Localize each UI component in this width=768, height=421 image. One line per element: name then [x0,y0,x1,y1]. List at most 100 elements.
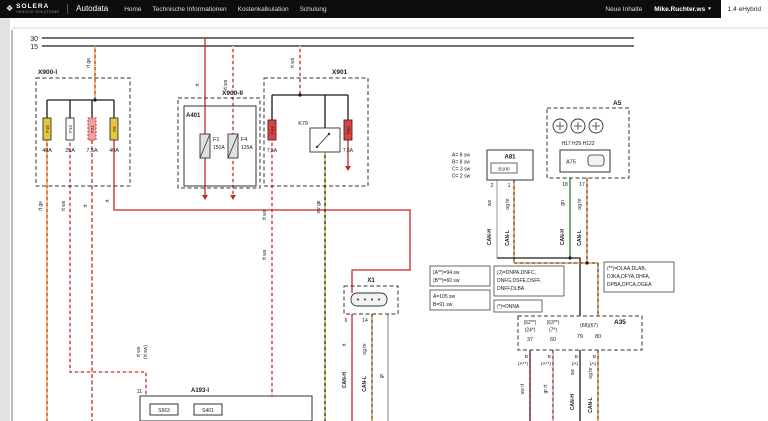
a35-conn2-var: (A**) [541,361,552,367]
fuse-f15-amps: 40A [42,148,52,154]
fuse-f44-amps: 7,5A [267,148,278,154]
fuse-f4-amps: 125A [241,145,253,151]
pin-60: 60 [550,337,556,343]
can-l-label-x1: CAN-L [362,376,368,392]
wire-label-gn-a75: gn [560,200,566,206]
vehicle-badge[interactable]: 1.4 eHybrid [720,0,768,18]
a35-conn1-var: (A**) [518,361,529,367]
nav-schulung[interactable]: Schulung [300,6,327,13]
fuse-f15[interactable]: F15 [42,117,52,141]
wire-label-ogbr-a75: og br [577,198,583,210]
brand-product: Autodata [76,4,109,14]
pin-6: 6 [345,318,348,324]
main-nav: Home Technische Informationen Kostenkalk… [124,6,326,13]
fuse-f50[interactable]: F50 [343,119,353,141]
nav-kostenkalkulation[interactable]: Kostenkalkulation [238,6,289,13]
junction-dot [568,256,572,260]
pin-2: 2 [491,183,494,189]
fuse-f13[interactable]: F13 [65,117,75,141]
nav-technische-informationen[interactable]: Technische Informationen [153,6,227,13]
left-gutter [0,18,10,421]
conn-size-c: C= 3 sw [452,167,471,173]
note3-line2: B=91 sw [433,302,453,308]
fuse-f21-variant[interactable]: F21 [87,117,97,141]
connector-x1-icon [350,292,388,307]
wire-label-ogbr-a81: og br [505,198,511,210]
junction-dot [298,93,302,97]
b100-label: B100 [498,167,510,173]
note1-line1: (A**)=94 sw [433,270,460,276]
wire-label-rtsw-variant: (rt sw) [143,345,149,359]
brand[interactable]: ❖ SOLERA VEHICLE SOLUTIONS Autodata [6,3,109,14]
junction-dot [93,98,97,102]
pin-80: 80 [595,334,601,340]
wire-label-rtws-x901: rt ws [290,57,296,68]
note5-line1: (**)=DLAA,DLAB, [607,266,646,272]
fuse-f50-label: F50 [346,126,351,134]
fuse-f44[interactable]: F44 [267,119,277,141]
rail-30-label: 30 [30,36,38,43]
horn-unit-icons [552,118,604,134]
wire-label-rt-f21: rt [83,204,89,208]
a35-conn4-var: (A) [590,361,597,367]
solera-logo-icon: ❖ [6,3,14,13]
box-a5-label: A5 [613,100,622,107]
can-l-label-a35: CAN-L [588,397,594,413]
pin-37-alt2: (24*) [525,328,536,334]
pin-14: 14 [362,318,368,324]
fuse-f1[interactable] [199,133,211,159]
pin-11: 11 [137,389,142,395]
user-menu[interactable]: Mike.Ruchter.ws ▾ [654,6,710,13]
fuse-f1-label: F1 [213,137,219,143]
brand-text: SOLERA VEHICLE SOLUTIONS [16,3,60,14]
pin-37: 37 [527,337,533,343]
box-a35-label: A35 [614,319,626,326]
fuse-f8-label: F8 [112,126,117,132]
relay-k79[interactable] [309,127,341,153]
a35-conn4: B [593,354,596,360]
a35-conn1: B [525,354,528,360]
note4-line1: (*)=DNNA [497,304,520,310]
wire-label-ws-a81: ws [487,199,493,206]
conn-size-a: A= 8 sw [452,153,470,159]
nav-neue-inhalte[interactable]: Neue Inhalte [605,6,642,13]
wire-label-ogbr-x1: og br [362,343,368,355]
chevron-down-icon: ▾ [708,6,711,12]
wire-label-rtws-f44-a: rt ws [262,209,268,220]
wire-label-rtws-f13: rt ws [61,200,67,211]
wire-label-sw-a35: sw [570,369,576,376]
box-a193i-label: A193-I [191,388,209,394]
wire-label-ogbr-a35: og br [588,367,594,379]
conn-size-b: B= 8 sw [452,160,470,166]
pin-17: 17 [579,182,585,188]
note3-line1: A=105 sw [433,294,455,300]
wire-label-gr-x1: gr [379,373,385,378]
wire-label-swge: sw ge [316,200,322,213]
top-navbar: ❖ SOLERA VEHICLE SOLUTIONS Autodata Home… [0,0,768,18]
can-h-label-a75: CAN-H [560,229,566,245]
arrow-out-f50 [345,166,351,171]
arrow-out-f1 [202,195,208,200]
wire-label-rtws-f4: rt ws [223,79,229,90]
wire-label-rtws-f44-b: rt ws [262,249,268,260]
nav-home[interactable]: Home [124,6,141,13]
fuse-stubs-x900i [46,100,115,118]
fuse-f44-label: F44 [270,126,275,134]
a75-connector-icon [587,154,605,167]
fuse-f8[interactable]: F8 [109,117,119,141]
can-l-label-a75: CAN-L [577,230,583,246]
brand-subtitle: VEHICLE SOLUTIONS [16,9,60,14]
can-h-label-a35: CAN-H [570,394,576,410]
fuse-f50-amps: 7,5A [343,148,354,154]
pin-60-alt2: (7*) [549,328,557,334]
wiring-diagram: 30 15 X900-I X900-II A401 X901 F15 F13 F… [0,18,768,421]
pin-18: 18 [562,182,568,188]
box-x1-label: X1 [367,278,375,284]
fuse-f4[interactable] [227,133,239,159]
box-x900ii[interactable] [177,97,261,189]
pin-79: 79 [577,334,583,340]
wire-label-rtge-top: rt ge [86,58,92,68]
conn-size-d: D= 2 sw [452,174,471,180]
fuse-f21-label: F21 [90,125,95,133]
note2-line2: DNFG,DSFE,DSFF, [497,278,541,284]
